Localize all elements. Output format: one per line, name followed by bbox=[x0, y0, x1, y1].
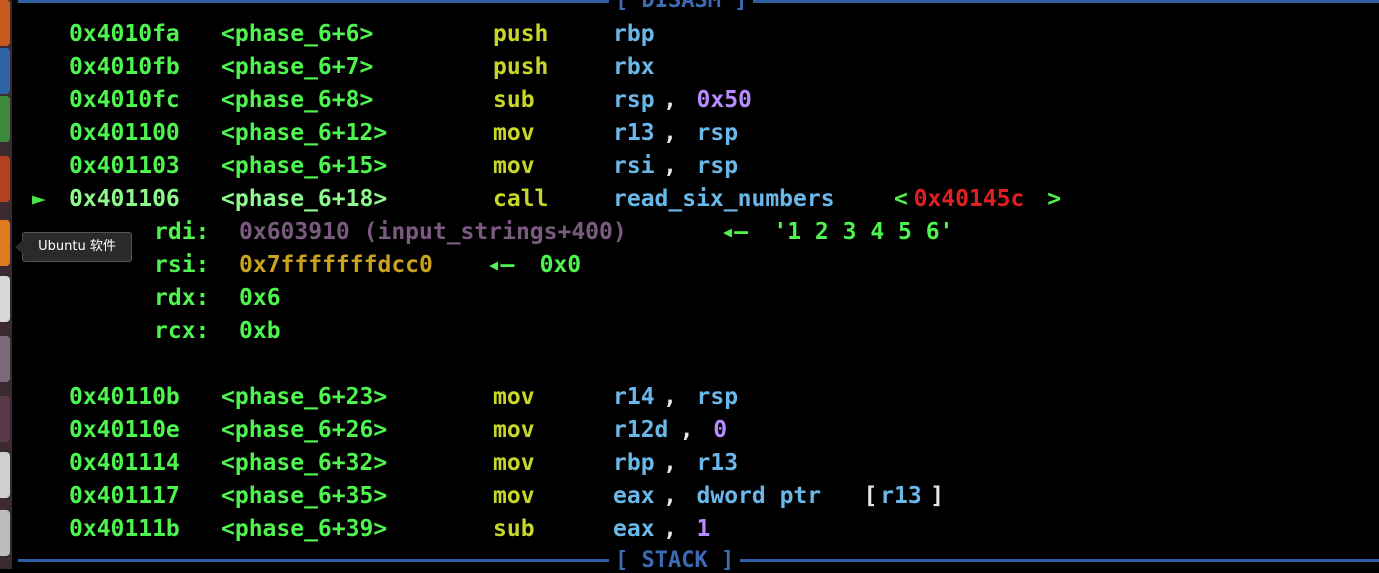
instruction-operand: rsi bbox=[613, 153, 655, 179]
instruction-address: 0x401106 bbox=[69, 186, 180, 212]
instruction-symbol: <phase_6+18> bbox=[221, 186, 388, 212]
instruction-address: 0x401100 bbox=[69, 120, 180, 146]
instruction-mnemonic: call bbox=[493, 186, 549, 212]
instruction-mnemonic: mov bbox=[493, 417, 535, 443]
arg-value: 0x6 bbox=[239, 285, 281, 311]
instruction-address: 0x4010fa bbox=[69, 21, 180, 47]
instruction-mnemonic: mov bbox=[493, 450, 535, 476]
instruction-operand: , bbox=[663, 384, 691, 410]
launcher-app-icon[interactable] bbox=[0, 48, 10, 94]
arg-register: rdx: bbox=[154, 285, 210, 311]
instruction-operand: eax bbox=[613, 483, 655, 509]
instruction-operand: r13 bbox=[880, 483, 922, 509]
disasm-section-title: [ DISASM ] bbox=[609, 0, 754, 12]
launcher-app-icon[interactable] bbox=[0, 452, 10, 498]
instruction-operand: , bbox=[663, 153, 691, 179]
instruction-mnemonic: mov bbox=[493, 153, 535, 179]
arg-value: '1 2 3 4 5 6' bbox=[773, 219, 954, 245]
arg-value: 0x0 bbox=[539, 252, 582, 278]
instruction-address: 0x401114 bbox=[69, 450, 180, 476]
instruction-operand: ] bbox=[930, 483, 945, 509]
instruction-symbol: <phase_6+12> bbox=[221, 120, 388, 146]
launcher-app-icon[interactable] bbox=[0, 336, 10, 382]
instruction-mnemonic: sub bbox=[493, 516, 535, 542]
arg-register: rsi: bbox=[154, 252, 210, 278]
instruction-operand: rsp bbox=[696, 120, 739, 146]
arg-register: rcx: bbox=[154, 318, 210, 344]
instruction-operand: rbp bbox=[613, 450, 655, 476]
instruction-operand: eax bbox=[613, 516, 655, 542]
instruction-operand: dword ptr bbox=[696, 483, 835, 509]
instruction-operand: rsp bbox=[613, 87, 655, 113]
instruction-operand: , bbox=[663, 120, 691, 146]
instruction-operand: rsp bbox=[696, 384, 739, 410]
instruction-operand: > bbox=[1047, 186, 1062, 212]
instruction-operand: 0 bbox=[713, 417, 728, 443]
instruction-symbol: <phase_6+6> bbox=[221, 21, 374, 47]
instruction-operand: r13 bbox=[696, 450, 739, 476]
instruction-mnemonic: mov bbox=[493, 120, 535, 146]
instruction-operand: < bbox=[880, 186, 908, 212]
instruction-operand: r14 bbox=[613, 384, 655, 410]
arg-value: 0xb bbox=[239, 318, 281, 344]
instruction-symbol: <phase_6+26> bbox=[221, 417, 388, 443]
launcher-app-icon[interactable] bbox=[0, 510, 10, 556]
instruction-symbol: <phase_6+7> bbox=[221, 54, 374, 80]
arg-value: ◂— bbox=[706, 219, 762, 245]
instruction-operand: , bbox=[663, 450, 691, 476]
instruction-address: 0x40110e bbox=[69, 417, 180, 443]
instruction-address: 0x401117 bbox=[69, 483, 180, 509]
instruction-symbol: <phase_6+23> bbox=[221, 384, 388, 410]
instruction-mnemonic: mov bbox=[493, 384, 535, 410]
instruction-operand: rsp bbox=[696, 153, 739, 179]
instruction-symbol: <phase_6+39> bbox=[221, 516, 388, 542]
instruction-symbol: <phase_6+35> bbox=[221, 483, 388, 509]
launcher-app-icon[interactable] bbox=[0, 0, 10, 46]
launcher-app-icon[interactable] bbox=[0, 276, 10, 322]
instruction-operand: , bbox=[663, 516, 691, 542]
instruction-address: 0x4010fc bbox=[69, 87, 180, 113]
arg-value: 0x603910 (input_strings+400) bbox=[239, 219, 627, 245]
instruction-mnemonic: push bbox=[493, 54, 549, 80]
instruction-mnemonic: sub bbox=[493, 87, 535, 113]
instruction-operand: 0x40145c bbox=[913, 186, 1025, 212]
instruction-symbol: <phase_6+15> bbox=[221, 153, 388, 179]
instruction-operand: rbp bbox=[613, 21, 655, 47]
instruction-operand: [ bbox=[863, 483, 878, 509]
launcher-app-icon[interactable] bbox=[0, 156, 10, 202]
instruction-mnemonic: mov bbox=[493, 483, 535, 509]
instruction-operand: , bbox=[663, 87, 691, 113]
launcher-app-icon[interactable] bbox=[0, 396, 10, 442]
unity-launcher bbox=[0, 0, 12, 569]
instruction-address: 0x40111b bbox=[69, 516, 180, 542]
instruction-address: 0x401103 bbox=[69, 153, 180, 179]
instruction-operand: rbx bbox=[613, 54, 655, 80]
instruction-operand: 1 bbox=[696, 516, 711, 542]
terminal[interactable]: [ DISASM ] 0x4010fa <phase_6+6> push rbp 0x4… bbox=[16, 0, 1379, 572]
instruction-operand: 0x50 bbox=[696, 87, 752, 113]
instruction-operand: read_six_numbers bbox=[613, 186, 835, 212]
launcher-app-icon[interactable] bbox=[0, 220, 10, 266]
instruction-operand: r13 bbox=[613, 120, 655, 146]
instruction-address: 0x4010fb bbox=[69, 54, 180, 80]
launcher-app-icon[interactable] bbox=[0, 96, 10, 142]
instruction-symbol: <phase_6+32> bbox=[221, 450, 388, 476]
instruction-symbol: <phase_6+8> bbox=[221, 87, 374, 113]
arg-register: rdi: bbox=[154, 219, 210, 245]
instruction-operand: , bbox=[679, 417, 708, 443]
instruction-mnemonic: push bbox=[493, 21, 549, 47]
current-pc-arrow-icon: ► bbox=[32, 186, 46, 212]
launcher-tooltip: Ubuntu 软件 bbox=[15, 232, 132, 262]
arg-value: ◂— bbox=[472, 252, 529, 278]
instruction-operand: , bbox=[663, 483, 691, 509]
instruction-address: 0x40110b bbox=[69, 384, 180, 410]
arg-value: 0x7fffffffdcc0 bbox=[239, 252, 433, 278]
instruction-operand: r12d bbox=[613, 417, 669, 443]
